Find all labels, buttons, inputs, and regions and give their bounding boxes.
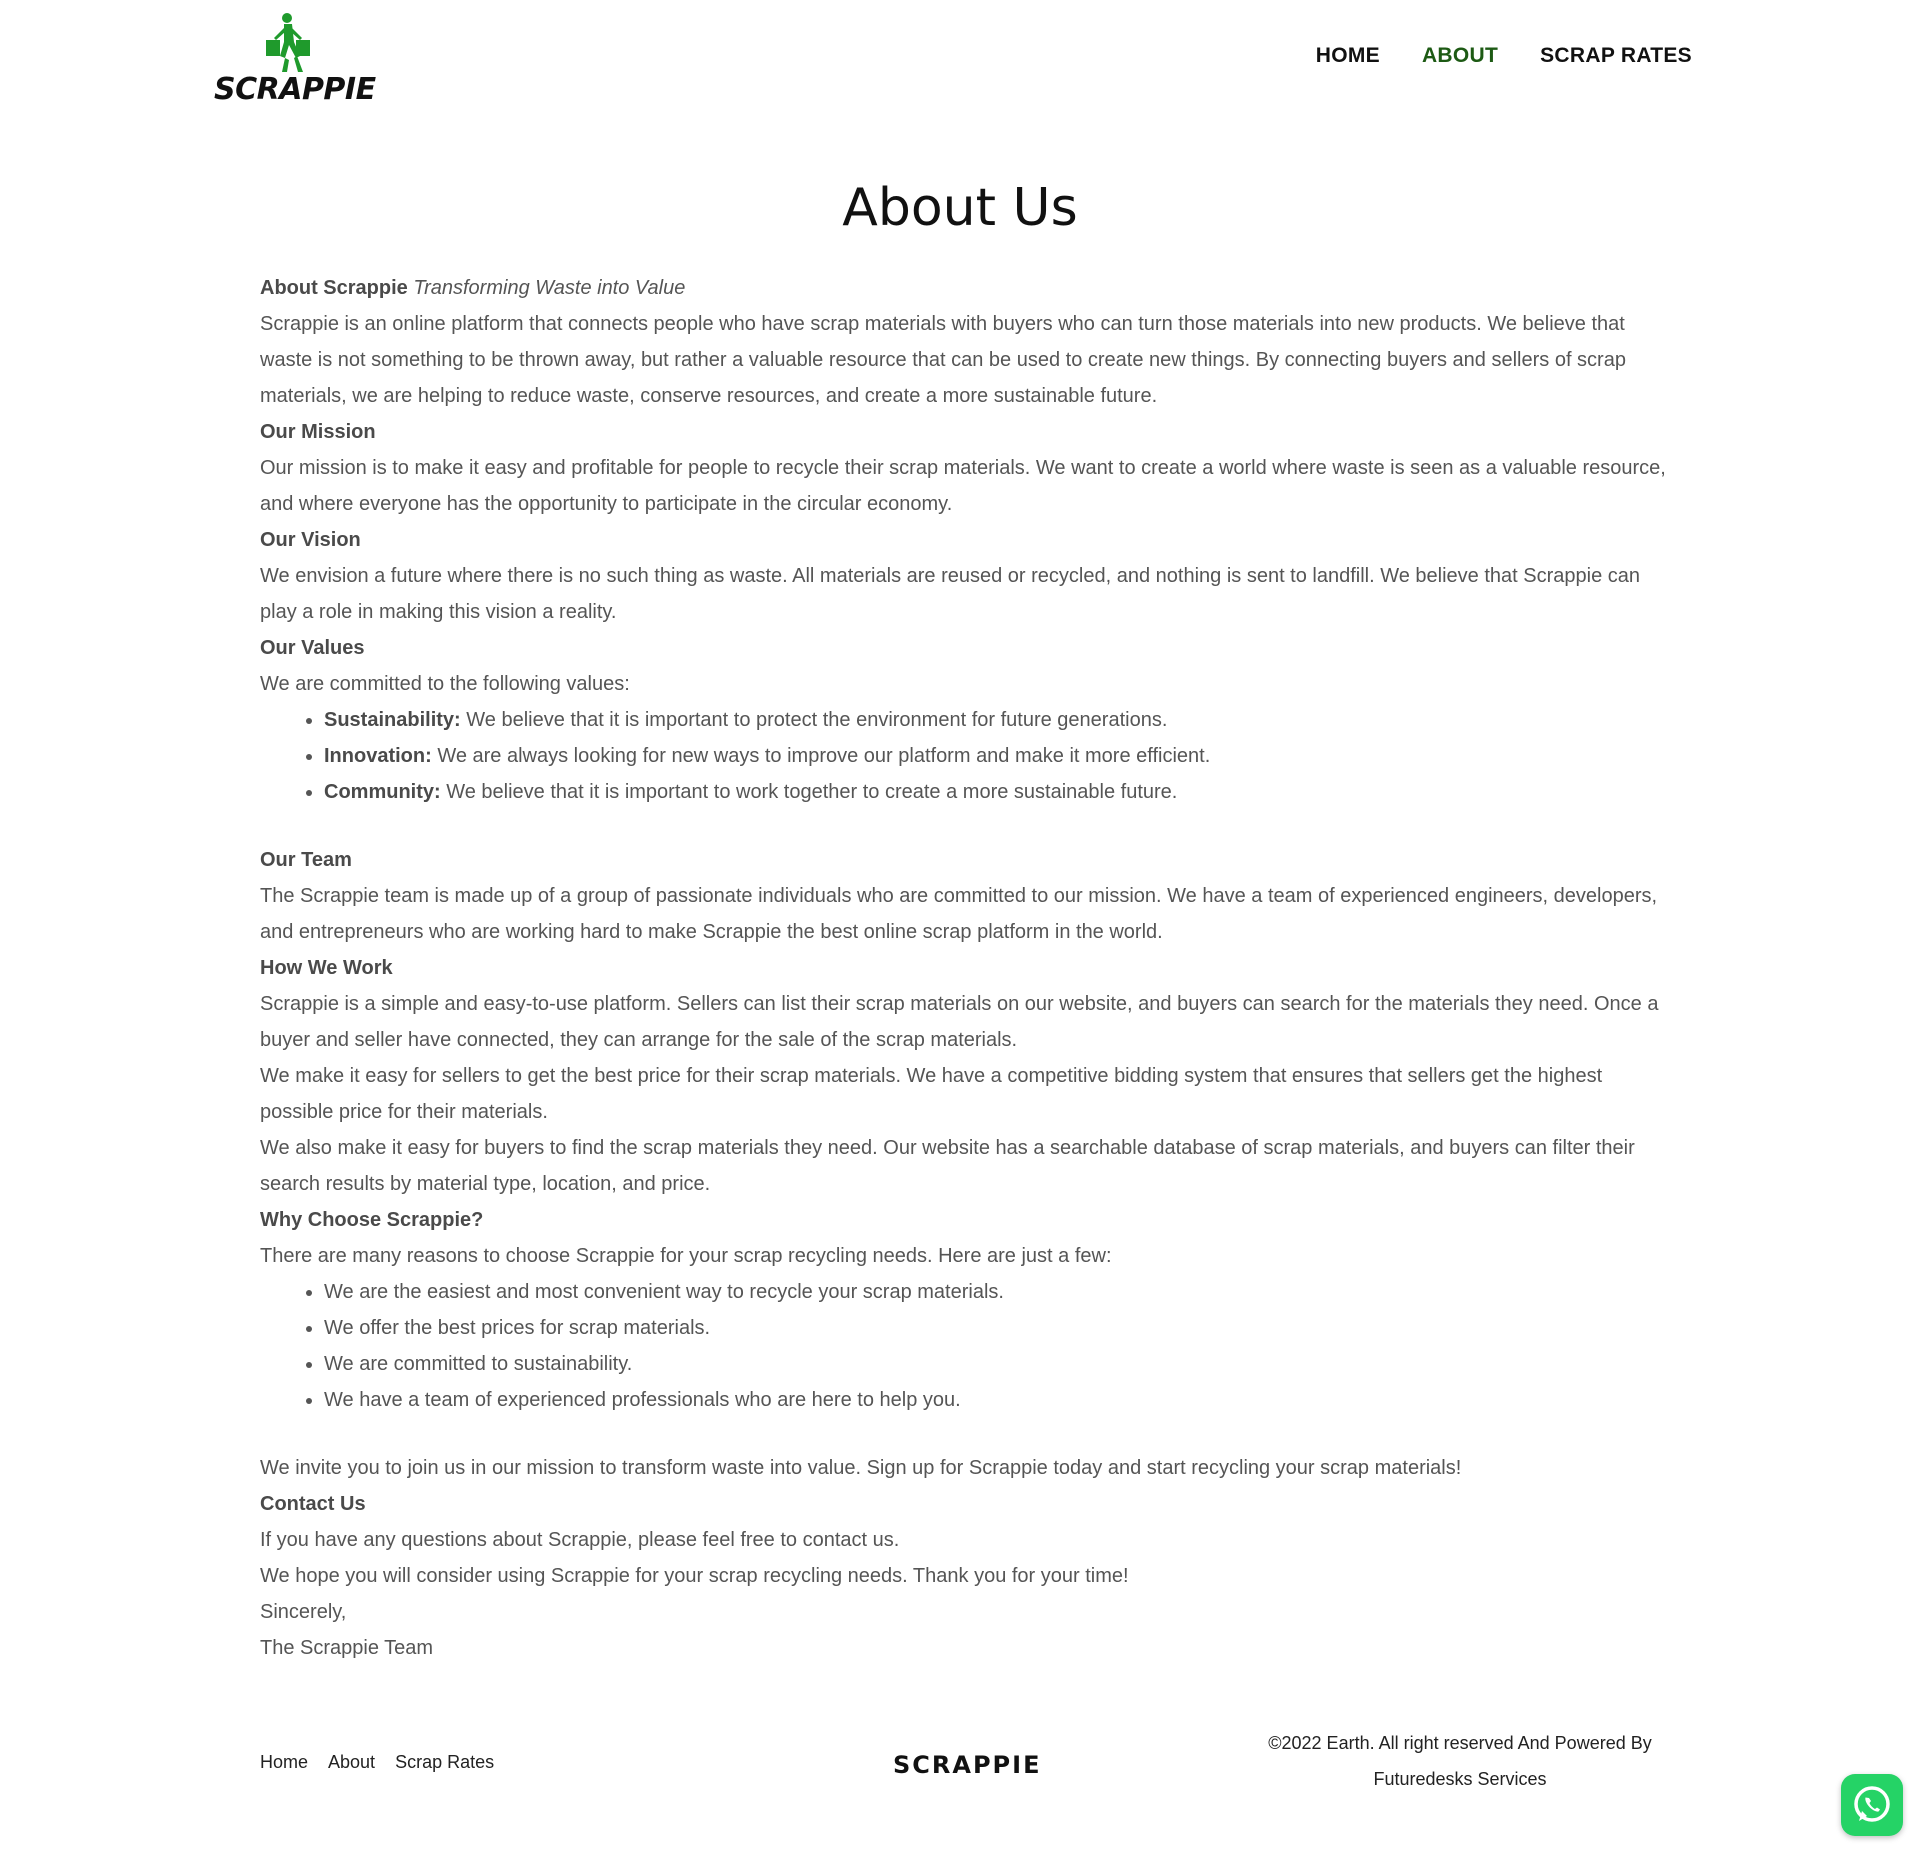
how-text-3: We also make it easy for buyers to find … bbox=[260, 1137, 1635, 1195]
copyright-line: ©2022 Earth. All right reserved And Powe… bbox=[1268, 1733, 1652, 1753]
signoff: Sincerely, bbox=[260, 1601, 347, 1623]
team-heading: Our Team bbox=[260, 849, 352, 871]
footer-link-about[interactable]: About bbox=[328, 1752, 375, 1773]
vision-heading: Our Vision bbox=[260, 529, 361, 551]
list-item: Community: We believe that it is importa… bbox=[324, 774, 1670, 810]
site-header: SCRAPPIE HOME ABOUT SCRAP RATES bbox=[0, 0, 1920, 120]
value-term: Innovation: bbox=[324, 745, 432, 767]
closing-text: We hope you will consider using Scrappie… bbox=[260, 1565, 1129, 1587]
copyright-line: Futuredesks Services bbox=[1373, 1769, 1547, 1789]
value-text: We believe that it is important to work … bbox=[440, 781, 1178, 803]
site-footer: Home About Scrap Rates SCRAPPIE ©2022 Ea… bbox=[0, 1715, 1920, 1815]
footer-copyright: ©2022 Earth. All right reserved And Powe… bbox=[1220, 1725, 1700, 1797]
team-text: The Scrappie team is made up of a group … bbox=[260, 885, 1658, 943]
list-item: Sustainability: We believe that it is im… bbox=[324, 702, 1670, 738]
values-intro: We are committed to the following values… bbox=[260, 673, 630, 695]
value-text: We believe that it is important to prote… bbox=[460, 709, 1168, 731]
signature: The Scrappie Team bbox=[260, 1637, 434, 1659]
contact-heading: Contact Us bbox=[260, 1493, 366, 1515]
list-item: We are committed to sustainability. bbox=[324, 1346, 1670, 1382]
why-list: We are the easiest and most convenient w… bbox=[260, 1274, 1670, 1418]
intro-heading: About Scrappie bbox=[260, 277, 408, 299]
whatsapp-icon bbox=[1854, 1786, 1890, 1822]
logo-wordmark: SCRAPPIE bbox=[214, 72, 376, 107]
intro-line: About Scrappie Transforming Waste into V… bbox=[260, 270, 1670, 306]
mission-text: Our mission is to make it easy and profi… bbox=[260, 457, 1666, 515]
invite-text: We invite you to join us in our mission … bbox=[260, 1457, 1462, 1479]
list-item: We offer the best prices for scrap mater… bbox=[324, 1310, 1670, 1346]
nav-about[interactable]: ABOUT bbox=[1422, 44, 1498, 68]
values-heading: Our Values bbox=[260, 637, 365, 659]
how-text-2: We make it easy for sellers to get the b… bbox=[260, 1065, 1603, 1123]
value-term: Community: bbox=[324, 781, 441, 803]
footer-nav: Home About Scrap Rates bbox=[260, 1752, 494, 1773]
footer-logo[interactable]: SCRAPPIE bbox=[893, 1751, 1041, 1779]
footer-link-home[interactable]: Home bbox=[260, 1752, 308, 1773]
vision-text: We envision a future where there is no s… bbox=[260, 565, 1641, 623]
why-heading: Why Choose Scrappie? bbox=[260, 1209, 484, 1231]
value-term: Sustainability: bbox=[324, 709, 461, 731]
how-heading: How We Work bbox=[260, 957, 393, 979]
about-content: About Scrappie Transforming Waste into V… bbox=[260, 270, 1670, 1666]
intro-tagline: Transforming Waste into Value bbox=[413, 277, 686, 299]
list-item: Innovation: We are always looking for ne… bbox=[324, 738, 1670, 774]
list-item: We have a team of experienced profession… bbox=[324, 1382, 1670, 1418]
mission-heading: Our Mission bbox=[260, 421, 376, 443]
values-list: Sustainability: We believe that it is im… bbox=[260, 702, 1670, 810]
main-nav: HOME ABOUT SCRAP RATES bbox=[1316, 44, 1692, 68]
whatsapp-chat-button[interactable] bbox=[1841, 1774, 1903, 1836]
footer-link-scrap-rates[interactable]: Scrap Rates bbox=[395, 1752, 494, 1773]
intro-text: Scrappie is an online platform that conn… bbox=[260, 313, 1626, 407]
nav-home[interactable]: HOME bbox=[1316, 44, 1380, 68]
contact-text: If you have any questions about Scrappie… bbox=[260, 1529, 900, 1551]
list-item: We are the easiest and most convenient w… bbox=[324, 1274, 1670, 1310]
nav-scrap-rates[interactable]: SCRAP RATES bbox=[1540, 44, 1692, 68]
page-title: About Us bbox=[842, 178, 1078, 238]
why-intro: There are many reasons to choose Scrappi… bbox=[260, 1245, 1112, 1267]
site-logo[interactable]: SCRAPPIE bbox=[212, 12, 376, 108]
recycler-figure-icon bbox=[266, 13, 310, 72]
value-text: We are always looking for new ways to im… bbox=[431, 745, 1211, 767]
how-text-1: Scrappie is a simple and easy-to-use pla… bbox=[260, 993, 1659, 1051]
